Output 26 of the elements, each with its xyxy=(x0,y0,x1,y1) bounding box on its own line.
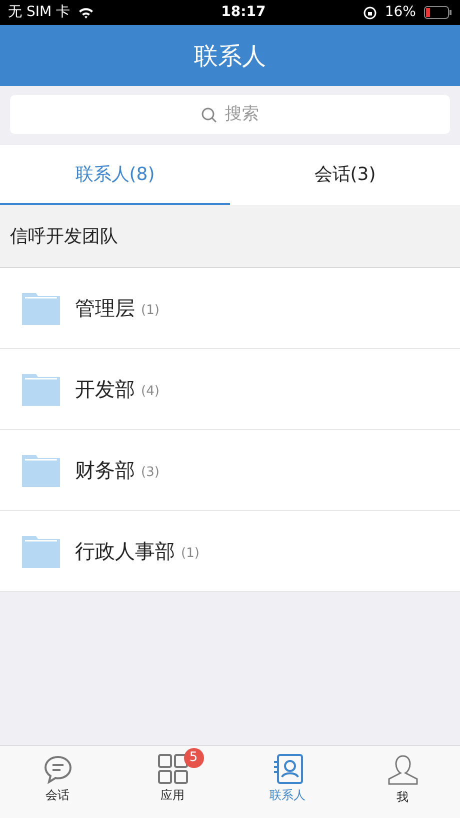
folder-icon xyxy=(22,453,60,487)
chat-icon xyxy=(42,754,72,784)
battery-text: 16% xyxy=(384,3,416,22)
carrier-text: 无 SIM 卡 xyxy=(8,3,70,22)
folder-row[interactable]: 行政人事部 (1) xyxy=(0,511,460,592)
folder-icon xyxy=(22,534,60,568)
count-badge: 5 xyxy=(184,748,204,768)
battery-icon xyxy=(424,6,452,19)
search-icon xyxy=(201,106,217,122)
folder-row[interactable]: 管理层 (1) xyxy=(0,268,460,349)
page-title: 联系人 xyxy=(194,40,266,72)
nav-tab[interactable]: 会话 xyxy=(0,746,115,818)
group-title: 信呼开发团队 xyxy=(10,224,118,248)
apps-grid-icon xyxy=(158,754,188,784)
nav-tab[interactable]: 5 应用 xyxy=(115,746,230,818)
person-icon xyxy=(386,754,418,786)
folder-row[interactable]: 财务部 (3) xyxy=(0,430,460,511)
nav-tab[interactable]: 我 xyxy=(345,746,460,818)
folder-icon xyxy=(22,291,60,325)
rotation-lock-icon xyxy=(362,6,377,20)
clock-text: 18:17 xyxy=(221,3,266,22)
contact-book-icon xyxy=(272,754,302,784)
folder-row[interactable]: 开发部 (4) xyxy=(0,349,460,430)
folder-icon xyxy=(22,372,60,406)
wifi-icon xyxy=(78,6,94,18)
nav-tab[interactable]: 联系人 xyxy=(230,746,345,818)
